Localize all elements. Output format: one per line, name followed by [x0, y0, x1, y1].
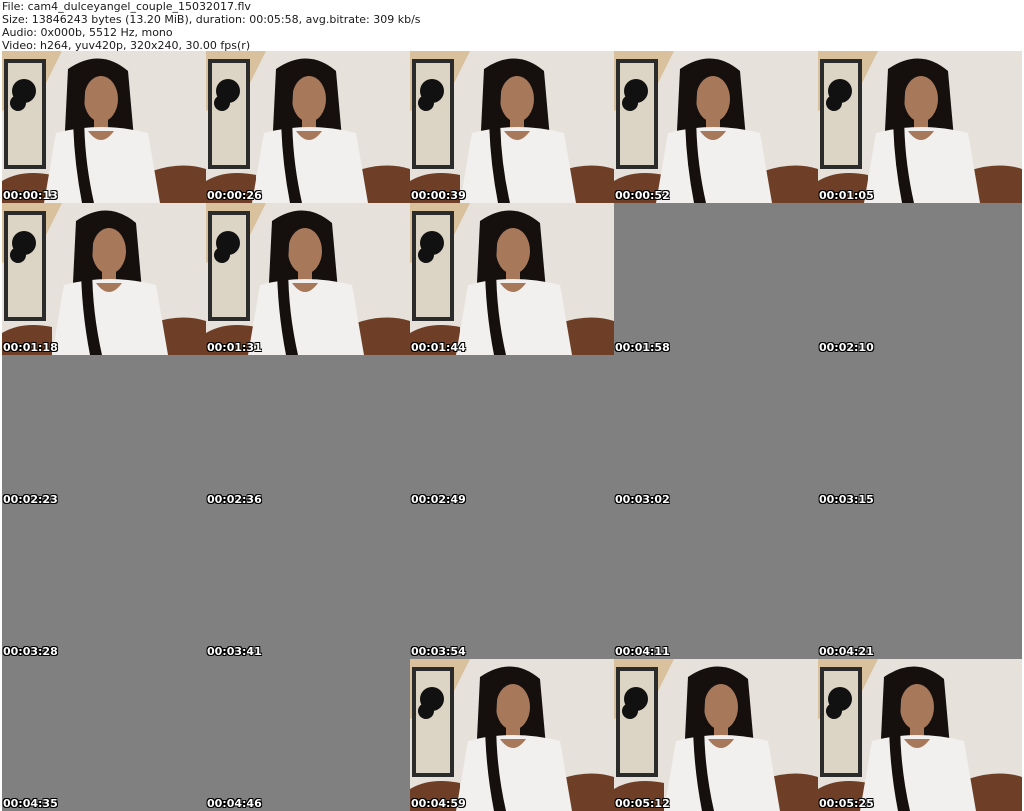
thumbnail-frame: 00:04:11: [614, 507, 818, 659]
thumbnail-frame: 00:02:49: [410, 355, 614, 507]
timestamp-label: 00:02:36: [207, 493, 262, 506]
thumbnail-frame: 00:05:12: [614, 659, 818, 811]
thumbnail-frame: 00:04:46: [206, 659, 410, 811]
timestamp-label: 00:01:18: [3, 341, 58, 354]
thumbnail-frame: 00:00:26: [206, 51, 410, 203]
thumbnail-frame: 00:01:44: [410, 203, 614, 355]
timestamp-label: 00:02:23: [3, 493, 58, 506]
thumbnail-frame: 00:02:36: [206, 355, 410, 507]
thumbnail-frame: 00:03:28: [2, 507, 206, 659]
file-size-line: Size: 13846243 bytes (13.20 MiB), durati…: [2, 13, 421, 26]
timestamp-label: 00:01:31: [207, 341, 262, 354]
timestamp-label: 00:04:59: [411, 797, 466, 810]
timestamp-label: 00:01:44: [411, 341, 466, 354]
timestamp-label: 00:05:25: [819, 797, 874, 810]
timestamp-label: 00:01:05: [819, 189, 874, 202]
video-frame-image: [206, 51, 410, 203]
timestamp-label: 00:03:28: [3, 645, 58, 658]
timestamp-label: 00:02:49: [411, 493, 466, 506]
thumbnail-frame: 00:02:10: [818, 203, 1022, 355]
thumbnail-frame: 00:00:39: [410, 51, 614, 203]
file-info-header: File: cam4_dulceyangel_couple_15032017.f…: [2, 0, 421, 52]
thumbnail-frame: 00:01:05: [818, 51, 1022, 203]
thumbnail-frame: 00:01:58: [614, 203, 818, 355]
file-name-line: File: cam4_dulceyangel_couple_15032017.f…: [2, 0, 251, 13]
video-frame-image: [818, 659, 1022, 811]
video-frame-image: [614, 659, 818, 811]
thumbnail-frame: 00:03:41: [206, 507, 410, 659]
thumbnail-frame: 00:00:13: [2, 51, 206, 203]
timestamp-label: 00:00:39: [411, 189, 466, 202]
thumbnail-frame: 00:04:35: [2, 659, 206, 811]
timestamp-label: 00:04:35: [3, 797, 58, 810]
thumbnail-frame: 00:04:21: [818, 507, 1022, 659]
thumbnail-frame: 00:01:18: [2, 203, 206, 355]
thumbnail-frame: 00:05:25: [818, 659, 1022, 811]
timestamp-label: 00:04:21: [819, 645, 874, 658]
timestamp-label: 00:05:12: [615, 797, 670, 810]
thumbnail-frame: 00:00:52: [614, 51, 818, 203]
timestamp-label: 00:01:58: [615, 341, 670, 354]
thumbnail-frame: 00:04:59: [410, 659, 614, 811]
video-frame-image: [410, 659, 614, 811]
video-frame-image: [2, 51, 206, 203]
thumbnail-frame: 00:01:31: [206, 203, 410, 355]
timestamp-label: 00:03:15: [819, 493, 874, 506]
video-frame-image: [410, 51, 614, 203]
timestamp-label: 00:02:10: [819, 341, 874, 354]
timestamp-label: 00:03:41: [207, 645, 262, 658]
timestamp-label: 00:04:11: [615, 645, 670, 658]
timestamp-label: 00:00:26: [207, 189, 262, 202]
thumbnail-grid: 00:00:13 00:00:26 00:00:39 00:00:52 00:0…: [2, 51, 1022, 811]
thumbnail-frame: 00:03:02: [614, 355, 818, 507]
timestamp-label: 00:00:52: [615, 189, 670, 202]
video-frame-image: [206, 203, 410, 355]
video-frame-image: [614, 51, 818, 203]
thumbnail-frame: 00:03:15: [818, 355, 1022, 507]
video-frame-image: [818, 51, 1022, 203]
video-frame-image: [2, 203, 206, 355]
timestamp-label: 00:03:02: [615, 493, 670, 506]
video-frame-image: [410, 203, 614, 355]
thumbnail-frame: 00:02:23: [2, 355, 206, 507]
timestamp-label: 00:04:46: [207, 797, 262, 810]
thumbnail-frame: 00:03:54: [410, 507, 614, 659]
timestamp-label: 00:03:54: [411, 645, 466, 658]
audio-info-line: Audio: 0x000b, 5512 Hz, mono: [2, 26, 173, 39]
timestamp-label: 00:00:13: [3, 189, 58, 202]
